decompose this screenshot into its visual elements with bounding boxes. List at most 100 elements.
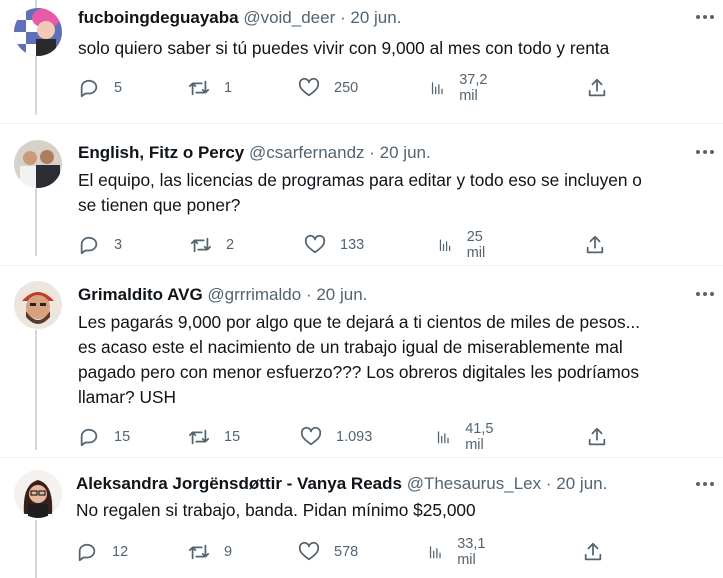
heart-icon (300, 426, 322, 446)
share-icon (588, 78, 606, 97)
retweet-count: 15 (224, 429, 241, 445)
heart-icon (304, 234, 326, 254)
reply-icon (78, 543, 96, 562)
like-count: 250 (334, 80, 359, 96)
avatar[interactable] (14, 140, 62, 188)
tweet-date[interactable]: 20 jun. (380, 143, 431, 162)
display-name[interactable]: fucboingdeguayaba (78, 8, 239, 27)
reply-button[interactable]: 3 (78, 233, 122, 257)
tweet-text-line: solo quiero saber si tú puedes vivir con… (78, 38, 610, 58)
tweet[interactable]: Aleksandra Jorgënsdøttir - Vanya Reads @… (0, 458, 723, 578)
user-handle[interactable]: @Thesaurus_Lex (407, 474, 541, 493)
reply-icon (80, 428, 98, 447)
tweet-header: Grimaldito AVG @grrrimaldo · 20 jun. (78, 284, 367, 306)
views-button[interactable]: 37,2 mil (430, 72, 494, 104)
tweet-header: Aleksandra Jorgënsdøttir - Vanya Reads @… (76, 473, 607, 495)
reply-icon (80, 236, 98, 255)
separator-dot: · (545, 474, 552, 493)
tweet[interactable]: fucboingdeguayaba @void_deer · 20 jun. s… (0, 0, 723, 124)
user-handle[interactable]: @void_deer (243, 8, 335, 27)
views-count: 37,2 mil (459, 72, 488, 104)
retweet-icon (190, 237, 212, 253)
views-count: 25 mil (466, 229, 486, 261)
avatar[interactable] (14, 281, 62, 329)
tweet-text: solo quiero saber si tú puedes vivir con… (78, 36, 609, 61)
avatar[interactable] (14, 8, 62, 56)
tweet-text-line: se tienen que poner? (78, 195, 241, 215)
retweet-icon (188, 429, 210, 445)
share-icon (584, 542, 602, 561)
tweet[interactable]: Grimaldito AVG @grrrimaldo · 20 jun. Les… (0, 266, 723, 458)
tweet-text-line: pagado pero con menor esfuerzo??? Los ob… (78, 362, 640, 382)
retweet-count: 9 (224, 544, 233, 560)
separator-dot: · (369, 143, 375, 162)
like-count: 1.093 (336, 429, 373, 445)
user-handle[interactable]: @csarfernandz (249, 143, 365, 162)
tweet[interactable]: English, Fitz o Percy @csarfernandz · 20… (0, 124, 723, 266)
share-icon (588, 427, 606, 446)
more-icon[interactable] (694, 473, 716, 495)
views-count: 33,1 mil (457, 536, 486, 568)
tweet-text-line: es acaso este el nacimiento de un trabaj… (78, 337, 623, 357)
reply-count: 15 (114, 429, 131, 445)
more-icon[interactable] (694, 283, 716, 305)
retweet-button[interactable]: 2 (190, 233, 234, 257)
retweet-button[interactable]: 9 (188, 540, 232, 564)
tweet-date[interactable]: 20 jun. (316, 285, 367, 304)
tweet-text-line: Les pagarás 9,000 por algo que te dejará… (78, 312, 641, 332)
tweet-text: No regalen si trabajo, banda. Pidan míni… (76, 498, 476, 523)
retweet-button[interactable]: 1 (188, 76, 232, 100)
like-button[interactable]: 133 (304, 233, 364, 257)
avatar[interactable] (14, 470, 62, 518)
display-name[interactable]: English, Fitz o Percy (78, 143, 244, 162)
heart-icon (298, 541, 320, 561)
retweet-icon (188, 544, 210, 560)
views-button[interactable]: 33,1 mil (428, 536, 492, 568)
share-button[interactable] (582, 540, 604, 564)
like-button[interactable]: 250 (298, 76, 358, 100)
tweet-text: Les pagarás 9,000 por algo que te dejará… (78, 310, 640, 410)
views-count: 41,5 mil (465, 421, 494, 453)
display-name[interactable]: Aleksandra Jorgënsdøttir - Vanya Reads (76, 474, 402, 493)
tweet-date[interactable]: 20 jun. (350, 8, 401, 27)
share-button[interactable] (586, 76, 608, 100)
like-button[interactable]: 1.093 (300, 425, 372, 449)
like-count: 133 (340, 237, 365, 253)
share-button[interactable] (586, 425, 608, 449)
tweet-text-line: llamar? USH (78, 387, 176, 407)
reply-count: 5 (114, 80, 123, 96)
retweet-icon (188, 80, 210, 96)
share-icon (586, 235, 604, 254)
display-name[interactable]: Grimaldito AVG (78, 285, 203, 304)
views-button[interactable]: 25 mil (438, 229, 493, 261)
views-icon (439, 239, 451, 252)
tweet-text-line: No regalen si trabajo, banda. Pidan míni… (76, 500, 476, 520)
reply-count: 12 (112, 544, 129, 560)
views-icon (431, 82, 443, 95)
tweet-text: El equipo, las licencias de programas pa… (78, 168, 642, 218)
reply-button[interactable]: 15 (78, 425, 130, 449)
retweet-count: 1 (224, 80, 233, 96)
retweet-count: 2 (226, 237, 235, 253)
views-icon (437, 431, 449, 444)
more-icon[interactable] (694, 6, 716, 28)
separator-dot: · (339, 8, 346, 27)
tweet-header: English, Fitz o Percy @csarfernandz · 20… (78, 142, 431, 164)
heart-icon (298, 77, 320, 97)
separator-dot: · (305, 285, 312, 304)
tweet-text-line: El equipo, las licencias de programas pa… (78, 170, 642, 190)
views-button[interactable]: 41,5 mil (436, 421, 500, 453)
reply-count: 3 (114, 237, 123, 253)
share-button[interactable] (584, 233, 606, 257)
like-count: 578 (334, 544, 359, 560)
views-icon (429, 546, 441, 559)
like-button[interactable]: 578 (298, 540, 358, 564)
tweet-header: fucboingdeguayaba @void_deer · 20 jun. (78, 7, 401, 29)
reply-button[interactable]: 5 (78, 76, 122, 100)
retweet-button[interactable]: 15 (188, 425, 240, 449)
more-icon[interactable] (694, 141, 716, 163)
reply-button[interactable]: 12 (76, 540, 128, 564)
reply-icon (80, 79, 98, 98)
user-handle[interactable]: @grrrimaldo (207, 285, 301, 304)
tweet-date[interactable]: 20 jun. (556, 474, 607, 493)
